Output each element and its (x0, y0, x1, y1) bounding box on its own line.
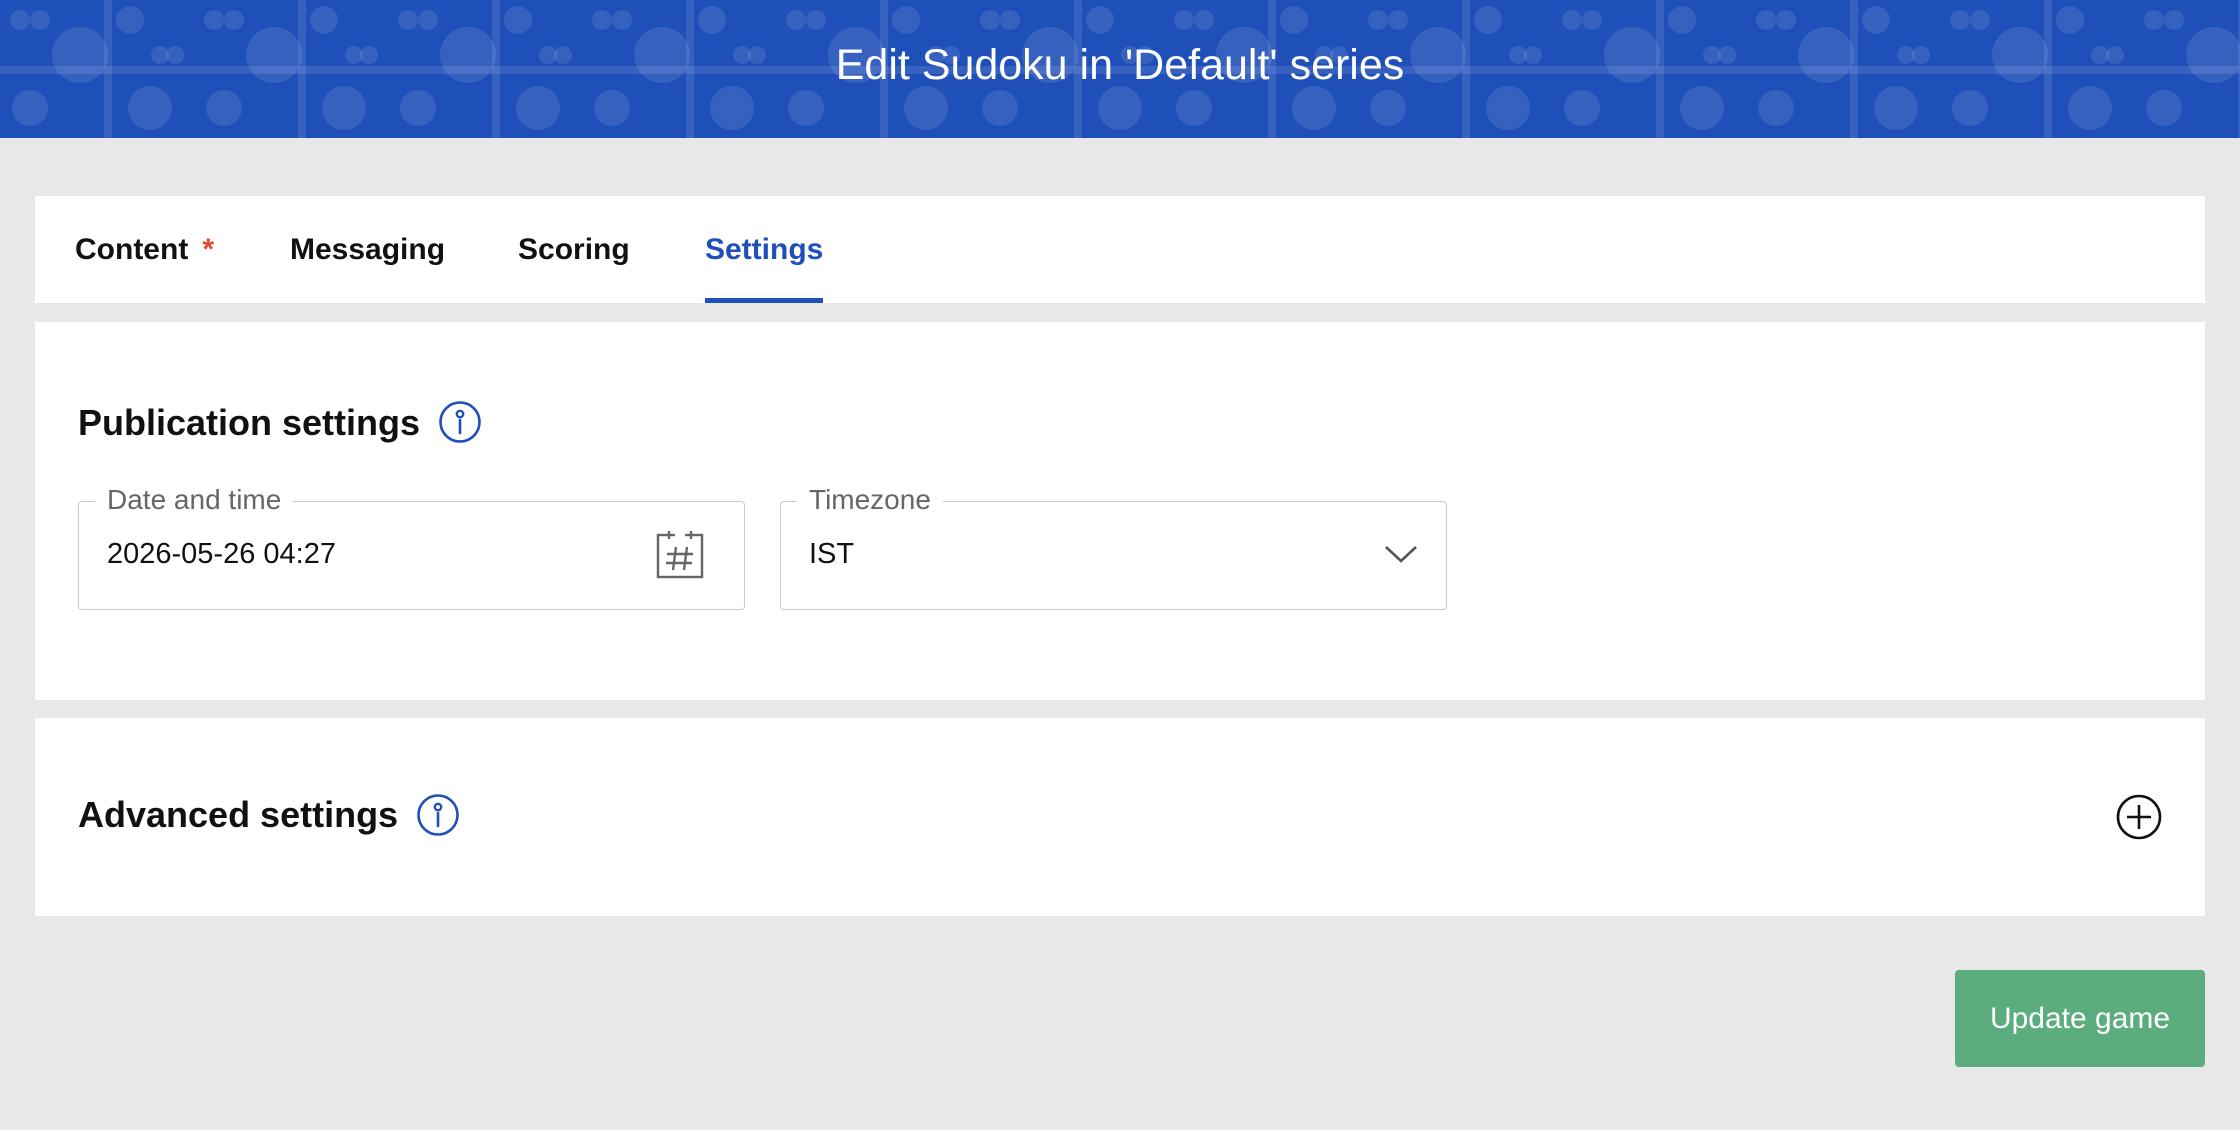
info-icon[interactable] (416, 793, 460, 837)
advanced-settings-title: Advanced settings (78, 794, 399, 835)
required-indicator: * (202, 232, 214, 266)
chevron-down-icon[interactable] (1384, 542, 1418, 566)
page-header: Edit Sudoku in 'Default' series (0, 0, 2240, 138)
tab-messaging[interactable]: Messaging (290, 196, 445, 303)
date-time-value[interactable]: 2026-05-26 04:27 (107, 502, 336, 607)
timezone-value: IST (809, 538, 855, 570)
calendar-icon[interactable] (655, 530, 705, 580)
page-title: Edit Sudoku in 'Default' series (835, 40, 1405, 89)
date-time-field[interactable]: Date and time 2026-05-26 04:27 (78, 484, 745, 610)
timezone-select[interactable]: Timezone IST (780, 484, 1447, 610)
plus-circle-icon[interactable] (2115, 793, 2163, 841)
tab-bar: Content * Messaging Scoring Settings (35, 196, 2205, 303)
tab-settings[interactable]: Settings (705, 196, 824, 303)
tab-content-label: Content (75, 232, 189, 266)
publication-settings-card: Publication settings Date and time 2026-… (35, 322, 2205, 700)
info-icon[interactable] (438, 400, 482, 444)
tab-messaging-label: Messaging (290, 232, 446, 266)
update-game-button[interactable]: Update game (1955, 970, 2205, 1067)
tab-settings-label: Settings (705, 232, 824, 266)
tab-content[interactable]: Content * (75, 196, 214, 303)
publication-settings-title: Publication settings (78, 402, 421, 443)
tab-scoring-label: Scoring (518, 232, 630, 266)
tab-scoring[interactable]: Scoring (518, 196, 630, 303)
advanced-settings-card[interactable]: Advanced settings (35, 718, 2205, 916)
